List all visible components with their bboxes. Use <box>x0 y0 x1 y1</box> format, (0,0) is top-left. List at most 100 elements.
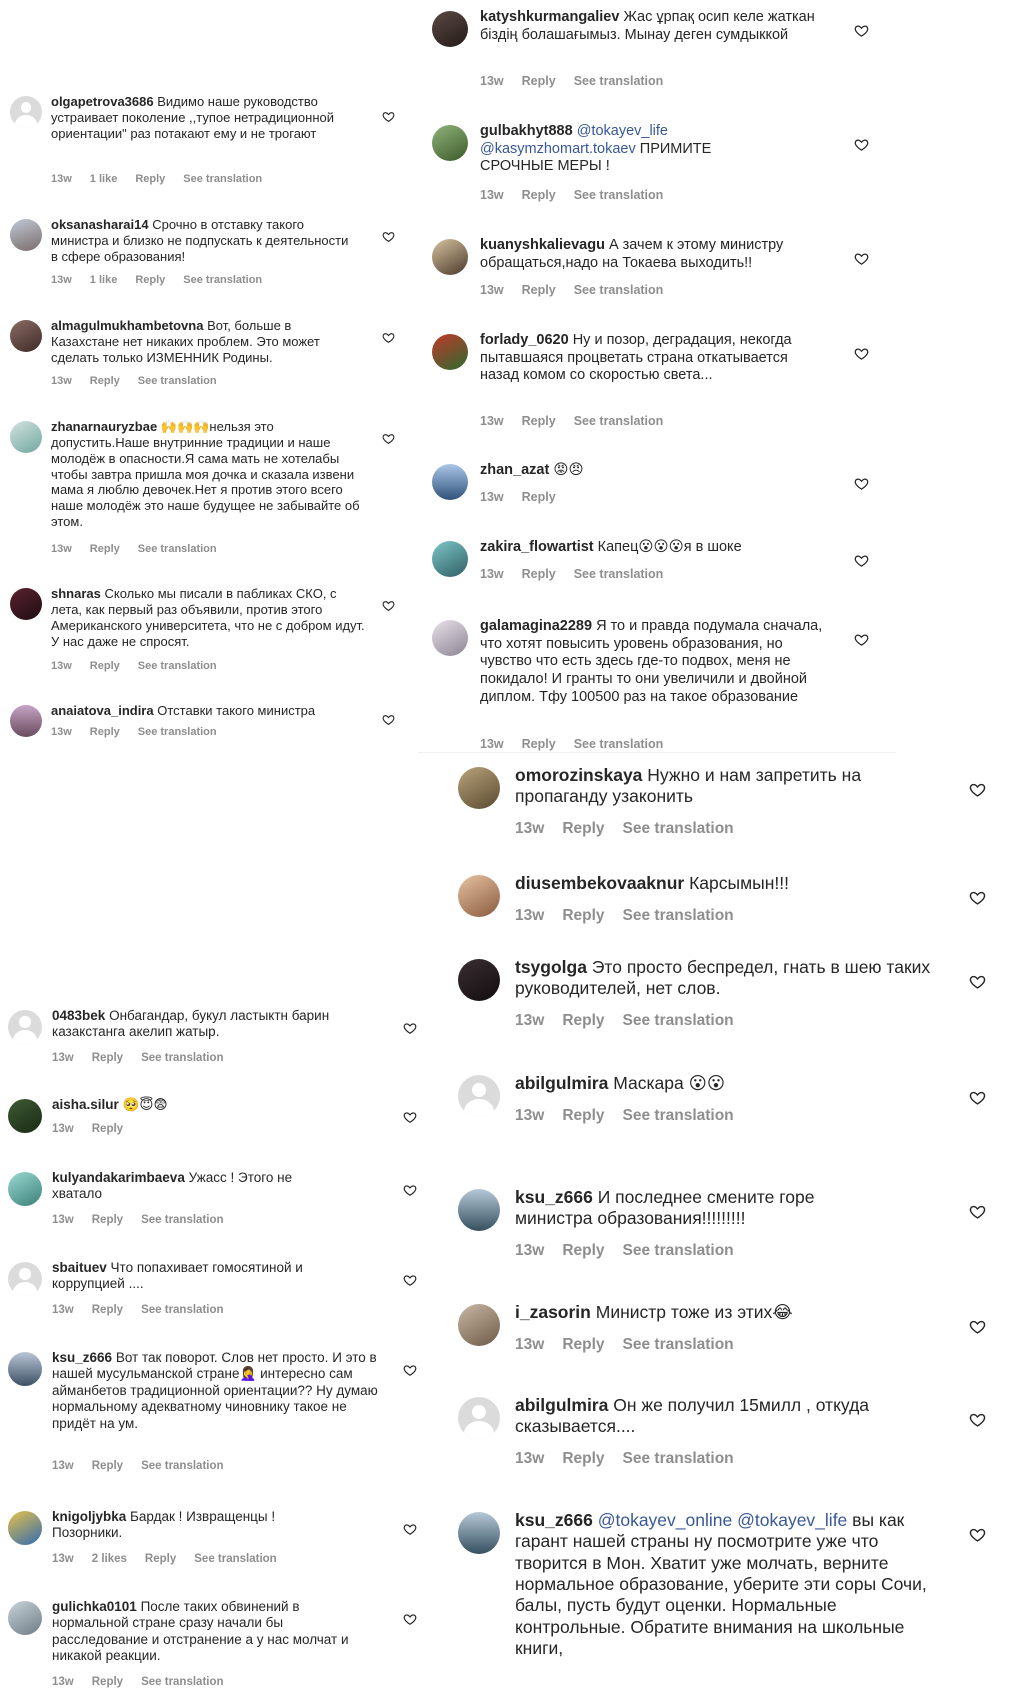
avatar[interactable] <box>458 1075 500 1117</box>
like-heart-icon[interactable] <box>969 973 986 990</box>
like-heart-icon[interactable] <box>854 137 869 152</box>
avatar[interactable] <box>8 1099 42 1133</box>
reply-button[interactable]: Reply <box>562 1336 604 1353</box>
like-heart-icon[interactable] <box>969 781 986 798</box>
avatar[interactable] <box>8 1511 42 1545</box>
comment-username[interactable]: abilgulmira <box>515 1073 608 1093</box>
see-translation-button[interactable]: See translation <box>574 283 664 297</box>
comment-username[interactable]: anaiatova_indira <box>51 703 154 718</box>
reply-button[interactable]: Reply <box>92 1052 123 1064</box>
like-heart-icon[interactable] <box>403 1522 417 1536</box>
see-translation-button[interactable]: See translation <box>138 660 217 672</box>
mention-link[interactable]: @tokayev_online <box>598 1510 733 1530</box>
reply-button[interactable]: Reply <box>92 1123 123 1135</box>
comment-username[interactable]: oksanasharai14 <box>51 217 149 232</box>
see-translation-button[interactable]: See translation <box>138 375 217 387</box>
like-heart-icon[interactable] <box>969 1203 986 1220</box>
avatar[interactable] <box>458 1304 500 1346</box>
see-translation-button[interactable]: See translation <box>623 1450 734 1467</box>
avatar[interactable] <box>432 464 468 500</box>
comment-username[interactable]: sbaituev <box>52 1260 107 1275</box>
comment-username[interactable]: ksu_z666 <box>515 1510 593 1530</box>
comment-username[interactable]: i_zasorin <box>515 1302 591 1322</box>
comment-username[interactable]: knigoljybka <box>52 1509 126 1524</box>
comment-username[interactable]: olgapetrova3686 <box>51 94 154 109</box>
comment-username[interactable]: almagulmukhambetovna <box>51 318 203 333</box>
avatar[interactable] <box>10 588 42 620</box>
see-translation-button[interactable]: See translation <box>623 1107 734 1124</box>
see-translation-button[interactable]: See translation <box>141 1460 223 1472</box>
reply-button[interactable]: Reply <box>92 1214 123 1226</box>
reply-button[interactable]: Reply <box>135 173 165 185</box>
comment-likes[interactable]: 2 likes <box>92 1553 127 1565</box>
like-heart-icon[interactable] <box>969 1318 986 1335</box>
reply-button[interactable]: Reply <box>522 188 556 202</box>
see-translation-button[interactable]: See translation <box>574 567 664 581</box>
avatar[interactable] <box>10 219 42 251</box>
see-translation-button[interactable]: See translation <box>183 274 262 286</box>
like-heart-icon[interactable] <box>382 230 395 243</box>
like-heart-icon[interactable] <box>382 599 395 612</box>
like-heart-icon[interactable] <box>854 251 869 266</box>
see-translation-button[interactable]: See translation <box>574 737 664 751</box>
reply-button[interactable]: Reply <box>90 375 120 387</box>
reply-button[interactable]: Reply <box>522 283 556 297</box>
avatar[interactable] <box>8 1352 42 1386</box>
like-heart-icon[interactable] <box>403 1612 417 1626</box>
see-translation-button[interactable]: See translation <box>623 1336 734 1353</box>
comment-username[interactable]: aisha.silur <box>52 1097 119 1112</box>
like-heart-icon[interactable] <box>403 1021 417 1035</box>
see-translation-button[interactable]: See translation <box>574 188 664 202</box>
comment-username[interactable]: zhanarnauryzbae <box>51 419 157 434</box>
like-heart-icon[interactable] <box>854 632 869 647</box>
comment-username[interactable]: ksu_z666 <box>52 1350 112 1365</box>
reply-button[interactable]: Reply <box>92 1304 123 1316</box>
avatar[interactable] <box>432 541 468 577</box>
like-heart-icon[interactable] <box>382 432 395 445</box>
like-heart-icon[interactable] <box>854 346 869 361</box>
reply-button[interactable]: Reply <box>92 1460 123 1472</box>
comment-username[interactable]: zakira_flowartist <box>480 539 594 555</box>
see-translation-button[interactable]: See translation <box>141 1214 223 1226</box>
reply-button[interactable]: Reply <box>562 1107 604 1124</box>
avatar[interactable] <box>458 875 500 917</box>
mention-link[interactable]: @tokayev_life <box>737 1510 847 1530</box>
see-translation-button[interactable]: See translation <box>138 726 217 738</box>
avatar[interactable] <box>458 1189 500 1231</box>
reply-button[interactable]: Reply <box>90 543 120 555</box>
avatar[interactable] <box>458 959 500 1001</box>
avatar[interactable] <box>10 96 42 128</box>
comment-username[interactable]: diusembekovaaknur <box>515 873 684 893</box>
comment-username[interactable]: omorozinskaya <box>515 765 642 785</box>
like-heart-icon[interactable] <box>969 1411 986 1428</box>
comment-username[interactable]: abilgulmira <box>515 1395 608 1415</box>
like-heart-icon[interactable] <box>854 476 869 491</box>
avatar[interactable] <box>458 767 500 809</box>
reply-button[interactable]: Reply <box>145 1553 176 1565</box>
mention-link[interactable]: @tokayev_life <box>577 123 668 139</box>
like-heart-icon[interactable] <box>854 23 869 38</box>
like-heart-icon[interactable] <box>403 1110 417 1124</box>
like-heart-icon[interactable] <box>969 1089 986 1106</box>
like-heart-icon[interactable] <box>854 553 869 568</box>
reply-button[interactable]: Reply <box>92 1676 123 1688</box>
comment-username[interactable]: katyshkurmangaliev <box>480 9 619 25</box>
avatar[interactable] <box>8 1601 42 1635</box>
comment-username[interactable]: zhan_azat <box>480 462 549 478</box>
reply-button[interactable]: Reply <box>522 490 556 504</box>
see-translation-button[interactable]: See translation <box>623 1012 734 1029</box>
avatar[interactable] <box>8 1262 42 1296</box>
see-translation-button[interactable]: See translation <box>141 1052 223 1064</box>
reply-button[interactable]: Reply <box>90 660 120 672</box>
reply-button[interactable]: Reply <box>562 820 604 837</box>
reply-button[interactable]: Reply <box>562 1012 604 1029</box>
reply-button[interactable]: Reply <box>562 907 604 924</box>
see-translation-button[interactable]: See translation <box>623 820 734 837</box>
comment-username[interactable]: kuanyshkalievagu <box>480 237 605 253</box>
see-translation-button[interactable]: See translation <box>574 414 664 428</box>
avatar[interactable] <box>458 1512 500 1554</box>
avatar[interactable] <box>432 125 468 161</box>
reply-button[interactable]: Reply <box>90 726 120 738</box>
like-heart-icon[interactable] <box>403 1183 417 1197</box>
see-translation-button[interactable]: See translation <box>623 907 734 924</box>
